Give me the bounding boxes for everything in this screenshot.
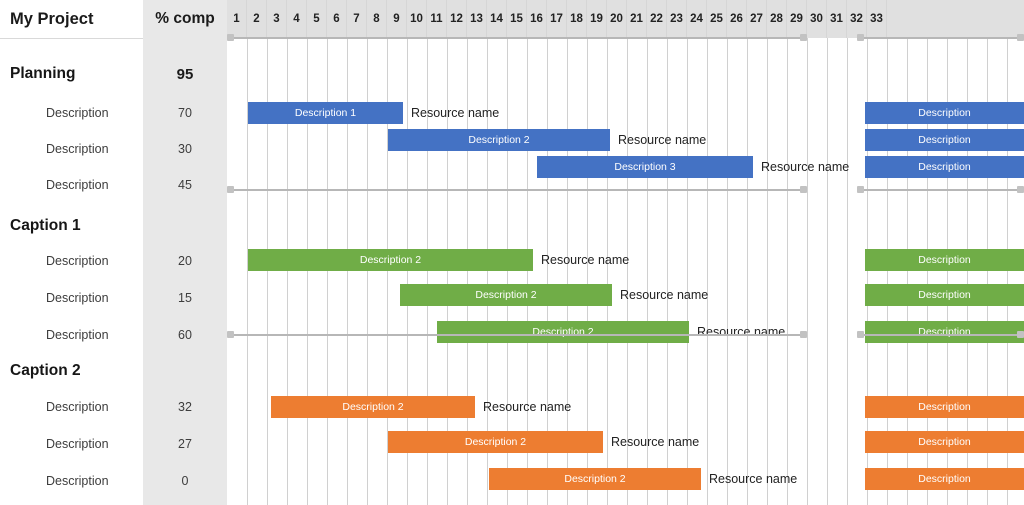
task-name: Description — [46, 473, 109, 488]
task-name: Description — [46, 253, 109, 268]
task-pct-value: 45 — [178, 178, 192, 192]
resource-label-caption-2-2: Resource name — [611, 435, 700, 449]
resource-label-caption-2-1: Resource name — [483, 400, 572, 414]
summary-bar-planning-0[interactable] — [227, 33, 807, 42]
task-bar-continuation-caption-1-2[interactable]: Description — [865, 284, 1024, 306]
task-bar-planning-1[interactable]: Description 1 — [248, 102, 403, 124]
task-bar-continuation-caption-2-2[interactable]: Description — [865, 431, 1024, 453]
task-bar-continuation-caption-1-1[interactable]: Description — [865, 249, 1024, 271]
resource-label-planning-2: Resource name — [618, 133, 707, 147]
resource-label-caption-2-3: Resource name — [709, 472, 798, 486]
summary-line — [227, 37, 807, 39]
summary-cap-right — [800, 34, 807, 41]
task-bar-caption-1-2[interactable]: Description 2 — [400, 284, 612, 306]
summary-cap-right — [1017, 34, 1024, 41]
pct-column-label: % comp — [155, 10, 215, 27]
summary-bar-caption-2-1[interactable] — [857, 330, 1024, 339]
resource-label-planning-1: Resource name — [411, 106, 500, 120]
page-title: My Project — [10, 10, 94, 28]
summary-line — [857, 37, 1024, 39]
summary-bar-planning-1[interactable] — [857, 33, 1024, 42]
timeline-tick-31: 31 — [827, 0, 847, 38]
task-bar-continuation-planning-2[interactable]: Description — [865, 129, 1024, 151]
resource-label-planning-3: Resource name — [761, 160, 850, 174]
summary-line — [857, 334, 1024, 336]
summary-line — [227, 189, 807, 191]
task-bar-caption-2-3[interactable]: Description 2 — [489, 468, 701, 490]
group-pct-value: 95 — [176, 65, 194, 83]
group-pct-value — [143, 207, 227, 245]
task-name: Description — [46, 142, 109, 156]
resource-label-caption-1-2: Resource name — [620, 288, 709, 302]
gantt-chart: My Project % comp 1 2 3 4 5 6 7 8 9 10 11 12 13 14 15 1… — [0, 0, 1024, 505]
task-pct-value: 70 — [178, 106, 192, 120]
task-pct-value: 60 — [178, 327, 192, 342]
summary-bar-caption-1-0[interactable] — [227, 185, 807, 194]
task-pct-value: 0 — [181, 473, 189, 488]
task-pct-value: 20 — [178, 253, 192, 268]
task-name: Description — [46, 436, 109, 451]
task-bar-continuation-planning-1[interactable]: Description — [865, 102, 1024, 124]
summary-cap-right — [800, 331, 807, 338]
group-pct-value — [143, 352, 227, 389]
task-bar-planning-3[interactable]: Description 3 — [537, 156, 753, 178]
task-bar-caption-2-2[interactable]: Description 2 — [388, 431, 603, 453]
group-name: Planning — [10, 65, 76, 82]
summary-bar-caption-2-0[interactable] — [227, 330, 807, 339]
task-bar-continuation-caption-2-3[interactable]: Description — [865, 468, 1024, 490]
timeline-tick-30: 30 — [807, 0, 827, 38]
header-pct-column: % comp — [143, 0, 227, 38]
summary-cap-left — [227, 186, 234, 193]
task-pct-value: 15 — [178, 290, 192, 305]
group-name: Caption 2 — [10, 361, 81, 379]
summary-line — [857, 189, 1024, 191]
task-bar-continuation-planning-3[interactable]: Description — [865, 156, 1024, 178]
summary-cap-left — [857, 186, 864, 193]
summary-cap-left — [857, 331, 864, 338]
task-bar-caption-2-1[interactable]: Description 2 — [271, 396, 475, 418]
summary-cap-right — [1017, 186, 1024, 193]
task-bar-continuation-caption-2-1[interactable]: Description — [865, 396, 1024, 418]
task-bar-planning-2[interactable]: Description 2 — [388, 129, 610, 151]
bar-layer: Description 1 Resource name Description Des… — [227, 34, 1024, 505]
task-name: Description — [46, 178, 109, 192]
summary-cap-left — [227, 34, 234, 41]
summary-cap-right — [800, 186, 807, 193]
task-pct-value: 27 — [178, 436, 192, 451]
chart-body: Planning 95 Description 70 Description 30 Desc… — [0, 34, 1024, 505]
summary-cap-left — [857, 34, 864, 41]
task-name: Description — [46, 106, 109, 120]
task-name: Description — [46, 400, 109, 414]
summary-cap-right — [1017, 331, 1024, 338]
task-pct-value: 32 — [178, 400, 192, 414]
task-pct-value: 30 — [178, 142, 192, 156]
resource-label-caption-1-1: Resource name — [541, 253, 630, 267]
summary-cap-left — [227, 331, 234, 338]
group-name: Caption 1 — [10, 217, 81, 234]
summary-line — [227, 334, 807, 336]
task-bar-caption-1-1[interactable]: Description 2 — [248, 249, 533, 271]
task-name: Description — [46, 327, 109, 342]
task-name: Description — [46, 290, 109, 305]
summary-bar-caption-1-1[interactable] — [857, 185, 1024, 194]
